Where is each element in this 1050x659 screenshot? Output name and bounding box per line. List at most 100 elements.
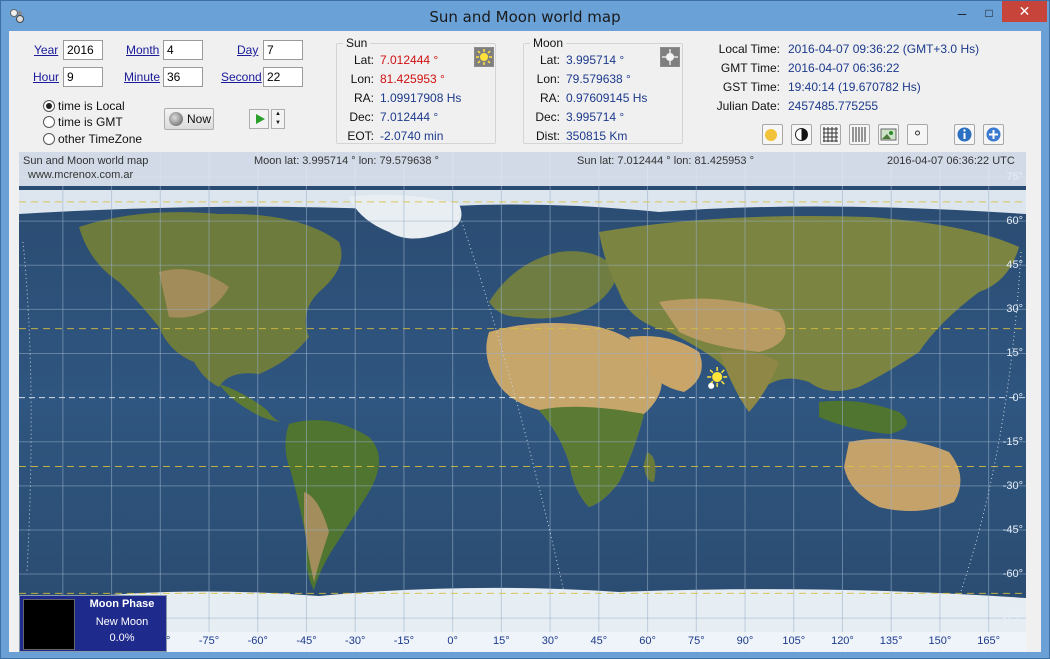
sun-ra-label: RA: <box>353 91 374 105</box>
year-label[interactable]: Year <box>34 43 58 57</box>
moon-ra-value: 0.97609145 Hs <box>566 91 648 105</box>
longitude-tick: -75° <box>198 635 220 647</box>
moon-phase-panel: Moon Phase New Moon 0.0% <box>19 595 167 652</box>
longitude-tick: 15° <box>493 635 510 647</box>
julian-date-value: 2457485.775255 <box>788 99 879 113</box>
latitude-tick: 0° <box>1012 391 1023 404</box>
julian-date-label: Julian Date: <box>716 99 780 113</box>
window-title: Sun and Moon world map <box>429 8 621 26</box>
longitude-tick: 30° <box>541 635 559 647</box>
radio-local[interactable]: time is Local <box>43 99 125 113</box>
moon-phase-title: Moon Phase <box>89 598 155 610</box>
now-label: Now <box>187 112 212 126</box>
month-field[interactable] <box>163 40 203 60</box>
longitude-tick: -60° <box>247 635 268 647</box>
moon-dec-value: 3.995714 ° <box>566 110 625 124</box>
day-label[interactable]: Day <box>237 43 258 57</box>
plus-icon[interactable] <box>983 124 1004 145</box>
latitude-tick: -45° <box>1002 523 1023 536</box>
hour-field[interactable] <box>63 67 103 87</box>
app-window: Sun and Moon world map ─ □ ✕ Year Month … <box>0 0 1050 659</box>
sun-disc <box>712 371 723 382</box>
longitude-tick: 165° <box>977 635 1001 647</box>
moon-dec-label: Dec: <box>535 110 560 124</box>
moon-phase-icon <box>23 599 75 650</box>
minute-label[interactable]: Minute <box>124 70 160 84</box>
longitude-tick: -15° <box>393 635 415 647</box>
moon-position: Moon lat: 3.995714 ° lon: 79.579638 ° <box>254 155 439 167</box>
sun-eot-value: -2.0740 min <box>380 129 444 143</box>
sun-lat-value: 7.012444 ° <box>380 53 439 67</box>
sun-panel-title: Sun <box>343 36 371 50</box>
map-url[interactable]: www.mcrenox.com.ar <box>28 169 133 181</box>
longitude-tick: 45° <box>590 635 608 647</box>
sun-lon-value: 81.425953 ° <box>380 72 445 86</box>
sun-lon-label: Lon: <box>350 72 374 86</box>
longitude-tick: -45° <box>296 635 317 647</box>
moon-panel-title: Moon <box>530 36 567 50</box>
latitude-tick: 45° <box>1006 259 1023 272</box>
longitude-tick: 75° <box>687 635 705 647</box>
degree-icon[interactable] <box>907 124 928 145</box>
radio-local-label: time is Local <box>58 99 125 113</box>
latitude-tick: -15° <box>1002 435 1023 448</box>
radio-other-label: other TimeZone <box>58 132 143 146</box>
radio-dot[interactable] <box>43 116 55 128</box>
close-button[interactable]: ✕ <box>1002 1 1047 22</box>
minimize-button[interactable]: ─ <box>948 7 976 28</box>
maximize-button[interactable]: □ <box>976 6 1002 27</box>
gmt-time-label: GMT Time: <box>720 61 780 75</box>
radio-other-timezone[interactable]: other TimeZone <box>43 132 142 146</box>
longitude-tick: 90° <box>736 635 754 647</box>
longitude-tick: 60° <box>639 635 656 647</box>
map-image-icon[interactable] <box>878 124 899 145</box>
hour-label[interactable]: Hour <box>33 70 59 84</box>
sun-ra-value: 1.09917908 Hs <box>380 91 462 105</box>
moon-ra-label: RA: <box>539 91 560 105</box>
latitude-tick: 30° <box>1006 303 1023 316</box>
longitude-tick: 135° <box>879 635 903 647</box>
longitude-tick: -30° <box>345 635 366 647</box>
sun-eot-label: EOT: <box>347 129 374 143</box>
minute-field[interactable] <box>163 67 203 87</box>
latitude-tick: -30° <box>1002 479 1023 492</box>
moon-lon-label: Lon: <box>536 72 560 86</box>
clock-icon <box>169 112 183 126</box>
latitude-tick: -60° <box>1002 568 1023 581</box>
map-header: Sun and Moon world map www.mcrenox.com.a… <box>19 152 1026 186</box>
moon-marker <box>708 382 715 389</box>
moon-icon[interactable] <box>791 124 812 145</box>
year-field[interactable] <box>63 40 103 60</box>
radio-gmt[interactable]: time is GMT <box>43 115 123 129</box>
info-icon[interactable] <box>954 124 975 145</box>
longitude-axis: -120°-105°-90°-75°-60°-45°-30°-15°0°15°3… <box>19 632 1026 652</box>
sun-position: Sun lat: 7.012444 ° lon: 81.425953 ° <box>577 155 754 167</box>
moon-lat-value: 3.995714 ° <box>566 53 625 67</box>
latitude-tick: -75° <box>1002 612 1023 625</box>
second-field[interactable] <box>263 67 303 87</box>
moon-lon-value: 79.579638 ° <box>566 72 631 86</box>
radio-dot[interactable] <box>43 133 55 145</box>
longitude-tick: 150° <box>928 635 952 647</box>
latitude-tick: 15° <box>1006 347 1023 360</box>
second-label[interactable]: Second <box>221 70 262 84</box>
month-label[interactable]: Month <box>126 43 159 57</box>
moon-phase-name: New Moon <box>95 616 149 628</box>
sun-dec-label: Dec: <box>349 110 374 124</box>
play-button[interactable] <box>249 109 269 129</box>
radio-dot[interactable] <box>43 100 55 112</box>
meridians-icon[interactable] <box>849 124 870 145</box>
day-field[interactable] <box>263 40 303 60</box>
speed-spinner[interactable]: ▲ ▼ <box>271 109 285 129</box>
latitude-tick: 75° <box>1006 171 1023 183</box>
day-night-icon[interactable] <box>762 124 783 145</box>
latitude-tick: 60° <box>1006 215 1023 228</box>
now-button[interactable]: Now <box>164 108 214 130</box>
moon-dist-value: 350815 Km <box>566 129 628 143</box>
local-time-value: 2016-04-07 09:36:22 (GMT+3.0 Hs) <box>788 42 980 56</box>
moon-phase-percent: 0.0% <box>109 632 135 644</box>
longitude-tick: 105° <box>782 635 806 647</box>
grid-icon[interactable] <box>820 124 841 145</box>
world-map[interactable]: Sun and Moon world map www.mcrenox.com.a… <box>19 152 1026 652</box>
map-title: Sun and Moon world map <box>23 155 149 167</box>
